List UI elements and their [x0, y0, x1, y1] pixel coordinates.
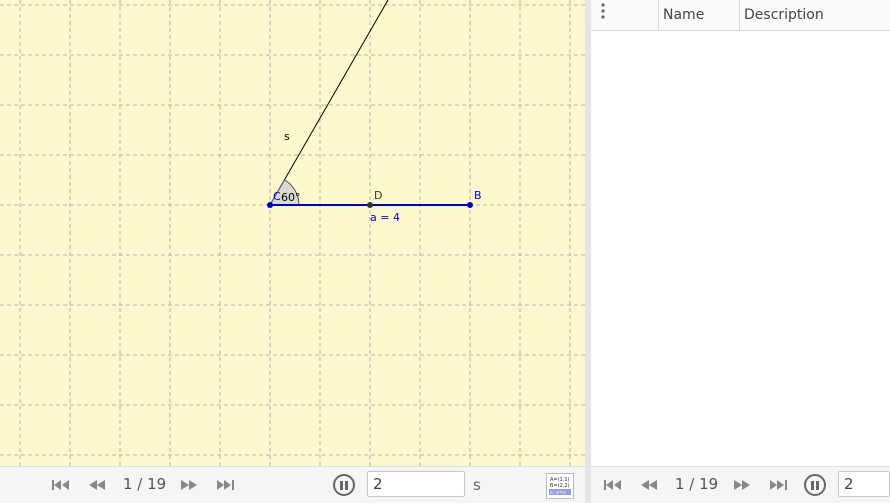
- step-back-icon[interactable]: [638, 476, 660, 494]
- algebra-icon-line-3: c: y=x: [550, 490, 566, 496]
- navigation-bar-left: 1 / 19 s A=(1,1) B=(2,2) c: y=x: [0, 466, 585, 503]
- navigation-bar-right: 1 / 19: [591, 466, 890, 503]
- canvas-background: [0, 0, 585, 466]
- construction-step-counter: 1 / 19: [123, 475, 167, 493]
- ray-label: s: [284, 130, 290, 143]
- graphics-view[interactable]: s C 60° D B a = 4: [0, 0, 585, 466]
- algebra-icon-line-2: B=(2,2): [550, 483, 570, 489]
- play-speed-input[interactable]: [367, 471, 465, 497]
- table-header: Name Description: [591, 0, 890, 31]
- angle-label: 60°: [281, 191, 301, 204]
- point-d[interactable]: [367, 202, 373, 208]
- construction-step-counter: 1 / 19: [675, 475, 719, 493]
- point-b-label: B: [474, 189, 482, 202]
- skip-last-icon[interactable]: [767, 476, 789, 494]
- table-view[interactable]: Name Description: [591, 0, 890, 466]
- algebra-icon[interactable]: A=(1,1) B=(2,2) c: y=x: [546, 473, 574, 499]
- speed-unit-label: s: [473, 476, 481, 494]
- step-forward-icon[interactable]: [178, 476, 200, 494]
- play-speed-input[interactable]: [838, 471, 890, 497]
- more-vert-icon[interactable]: [591, 0, 615, 30]
- drawing-canvas[interactable]: s C 60° D B a = 4: [0, 0, 585, 466]
- step-back-icon[interactable]: [86, 476, 108, 494]
- point-c-label: C: [273, 190, 281, 203]
- step-forward-icon[interactable]: [731, 476, 753, 494]
- segment-label: a = 4: [370, 211, 400, 224]
- column-header-description[interactable]: Description: [739, 0, 890, 30]
- pause-icon[interactable]: [804, 474, 826, 496]
- skip-last-icon[interactable]: [214, 476, 236, 494]
- point-d-label: D: [374, 189, 382, 202]
- point-b[interactable]: [467, 202, 473, 208]
- column-header-name[interactable]: Name: [658, 0, 740, 30]
- pause-icon[interactable]: [333, 474, 355, 496]
- skip-first-icon[interactable]: [50, 476, 72, 494]
- skip-first-icon[interactable]: [602, 476, 624, 494]
